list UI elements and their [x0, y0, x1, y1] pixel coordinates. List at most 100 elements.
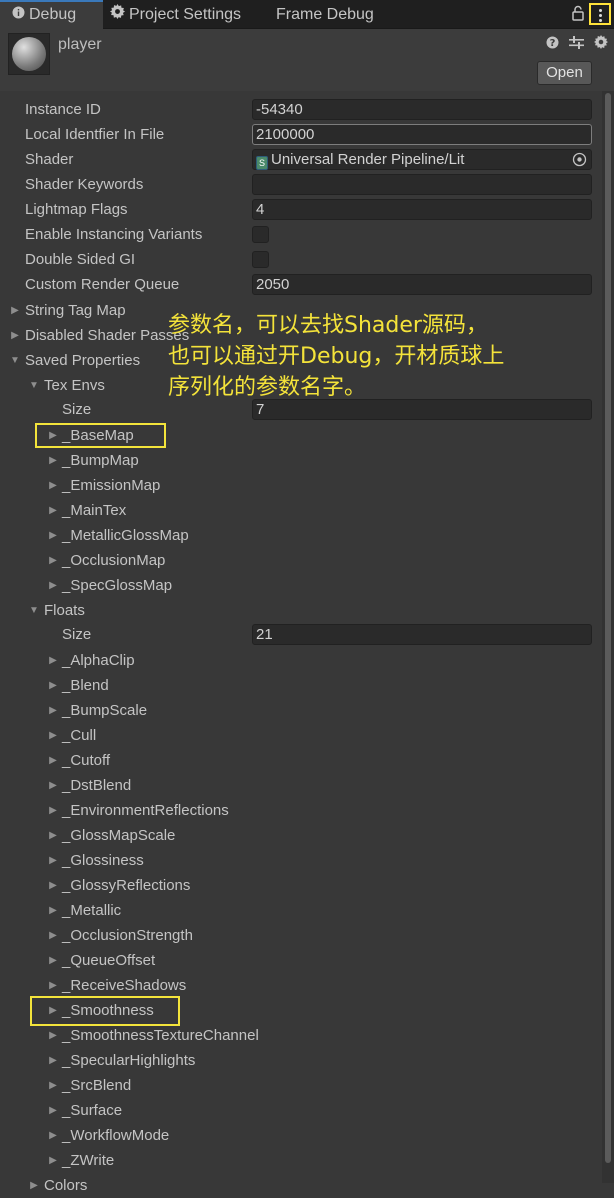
tex-env-label: _BumpMap: [62, 452, 139, 469]
property-row-local-identifier: Local Identfier In File 2100000: [0, 122, 600, 147]
float-label: _GlossMapScale: [62, 827, 176, 844]
collapsed-arrow-icon: ▶: [11, 330, 19, 341]
tex-env-label: _OcclusionMap: [62, 552, 166, 569]
float-item[interactable]: ▶ _AlphaClip: [0, 648, 600, 673]
collapsed-arrow-icon: ▶: [49, 1130, 57, 1141]
expanded-arrow-icon: ▼: [29, 380, 39, 391]
float-item[interactable]: ▶ _EnvironmentReflections: [0, 798, 600, 823]
collapsed-arrow-icon: ▶: [49, 930, 57, 941]
float-label: _ZWrite: [62, 1152, 115, 1169]
float-label: _Metallic: [62, 902, 122, 919]
collapsed-arrow-icon: ▶: [49, 980, 57, 991]
float-item[interactable]: ▶ _WorkflowMode: [0, 1123, 600, 1148]
tex-env-item[interactable]: ▶ _EmissionMap: [0, 473, 600, 498]
instance-id-field[interactable]: -54340: [252, 99, 592, 120]
float-item[interactable]: ▶ _BumpScale: [0, 698, 600, 723]
float-item[interactable]: ▶ _ZWrite: [0, 1148, 600, 1173]
kebab-dot-icon: [599, 14, 602, 17]
float-label: _Blend: [62, 677, 109, 694]
annotation-note: 参数名，可以去找Shader源码， 也可以通过开Debug，开材质球上 序列化的…: [168, 310, 608, 403]
collapsed-arrow-icon: ▶: [49, 905, 57, 916]
property-label: Instance ID: [25, 101, 101, 118]
tex-env-item[interactable]: ▶ _BumpMap: [0, 448, 600, 473]
float-item[interactable]: ▶ _Blend: [0, 673, 600, 698]
float-item[interactable]: ▶ _GlossMapScale: [0, 823, 600, 848]
float-item[interactable]: ▶ _Cutoff: [0, 748, 600, 773]
collapsed-arrow-icon: ▶: [11, 305, 19, 316]
kebab-menu-button[interactable]: [589, 3, 611, 25]
collapsed-arrow-icon: ▶: [49, 805, 57, 816]
collapsed-arrow-icon: ▶: [49, 705, 57, 716]
float-item[interactable]: ▶ _Glossiness: [0, 848, 600, 873]
collapsed-arrow-icon: ▶: [49, 1155, 57, 1166]
float-item[interactable]: ▶ _Cull: [0, 723, 600, 748]
tab-debug-label: Debug: [29, 6, 77, 24]
float-label: _WorkflowMode: [62, 1127, 170, 1144]
collapsed-arrow-icon: ▶: [30, 1180, 38, 1191]
collapsed-arrow-icon: ▶: [49, 1105, 57, 1116]
lock-icon[interactable]: [572, 5, 584, 25]
custom-render-queue-field[interactable]: 2050: [252, 274, 592, 295]
float-item[interactable]: ▶ _SmoothnessTextureChannel: [0, 1023, 600, 1048]
float-item[interactable]: ▶ _Surface: [0, 1098, 600, 1123]
float-item[interactable]: ▶ _SrcBlend: [0, 1073, 600, 1098]
tex-env-item[interactable]: ▶ _MetallicGlossMap: [0, 523, 600, 548]
tex-env-item[interactable]: ▶ _SpecGlossMap: [0, 573, 600, 598]
collapsed-arrow-icon: ▶: [49, 855, 57, 866]
enable-instancing-checkbox[interactable]: [252, 226, 269, 243]
foldout-label: Tex Envs: [44, 377, 105, 394]
double-sided-gi-checkbox[interactable]: [252, 251, 269, 268]
lightmap-flags-field[interactable]: 4: [252, 199, 592, 220]
tex-env-label: _MainTex: [62, 502, 127, 519]
property-row-shader: Shader S Universal Render Pipeline/Lit: [0, 147, 600, 172]
float-item[interactable]: ▶ _SpecularHighlights: [0, 1048, 600, 1073]
property-row-custom-render-queue: Custom Render Queue 2050: [0, 272, 600, 297]
tab-project-settings[interactable]: Project Settings: [110, 0, 241, 29]
property-row-enable-instancing: Enable Instancing Variants: [0, 222, 600, 247]
tab-project-settings-label: Project Settings: [129, 6, 242, 23]
header-icon-group: ?: [540, 35, 608, 53]
local-identifier-field[interactable]: 2100000: [252, 124, 592, 145]
scrollbar[interactable]: [602, 91, 614, 1183]
tex-env-item[interactable]: ▶ _MainTex: [0, 498, 600, 523]
collapsed-arrow-icon: ▶: [49, 505, 57, 516]
float-item[interactable]: ▶ _OcclusionStrength: [0, 923, 600, 948]
tab-frame-debug[interactable]: Frame Debug: [276, 0, 374, 29]
property-row-shader-keywords: Shader Keywords: [0, 172, 600, 197]
foldout-label: Saved Properties: [25, 352, 141, 369]
float-item[interactable]: ▶ _GlossyReflections: [0, 873, 600, 898]
tab-debug[interactable]: Debug: [0, 0, 103, 29]
float-label: _Surface: [62, 1102, 123, 1119]
object-picker-icon[interactable]: [571, 151, 588, 168]
preset-icon[interactable]: [568, 35, 584, 53]
svg-text:?: ?: [549, 38, 555, 49]
tex-env-item[interactable]: ▶ _OcclusionMap: [0, 548, 600, 573]
foldout-colors[interactable]: ▶ Colors: [0, 1173, 600, 1198]
scrollbar-thumb[interactable]: [605, 93, 611, 1163]
window-tab-bar: Debug Project Settings Frame Debug: [0, 0, 614, 29]
help-icon[interactable]: ?: [546, 36, 559, 53]
material-preview-thumbnail: [8, 33, 50, 75]
foldout-floats[interactable]: ▼ Floats: [0, 598, 600, 623]
property-label: Local Identfier In File: [25, 126, 165, 143]
kebab-dot-icon: [599, 19, 602, 22]
collapsed-arrow-icon: ▶: [49, 730, 57, 741]
highlight-box-smoothness: [30, 996, 180, 1026]
float-item[interactable]: ▶ _QueueOffset: [0, 948, 600, 973]
open-button[interactable]: Open: [537, 61, 592, 85]
float-label: _GlossyReflections: [62, 877, 191, 894]
collapsed-arrow-icon: ▶: [49, 580, 57, 591]
float-item[interactable]: ▶ _ReceiveShadows: [0, 973, 600, 998]
float-item[interactable]: ▶ _DstBlend: [0, 773, 600, 798]
size-label: Size: [62, 401, 92, 418]
collapsed-arrow-icon: ▶: [49, 1055, 57, 1066]
property-label: Shader: [25, 151, 74, 168]
shader-keywords-field[interactable]: [252, 174, 592, 195]
settings-gear-icon[interactable]: [594, 35, 608, 53]
float-label: _ReceiveShadows: [62, 977, 187, 994]
floats-size-field[interactable]: 21: [252, 624, 592, 645]
collapsed-arrow-icon: ▶: [49, 755, 57, 766]
shader-object-field[interactable]: S Universal Render Pipeline/Lit: [252, 149, 592, 170]
float-item[interactable]: ▶ _Metallic: [0, 898, 600, 923]
inspector-header: player ? Open: [0, 29, 614, 91]
